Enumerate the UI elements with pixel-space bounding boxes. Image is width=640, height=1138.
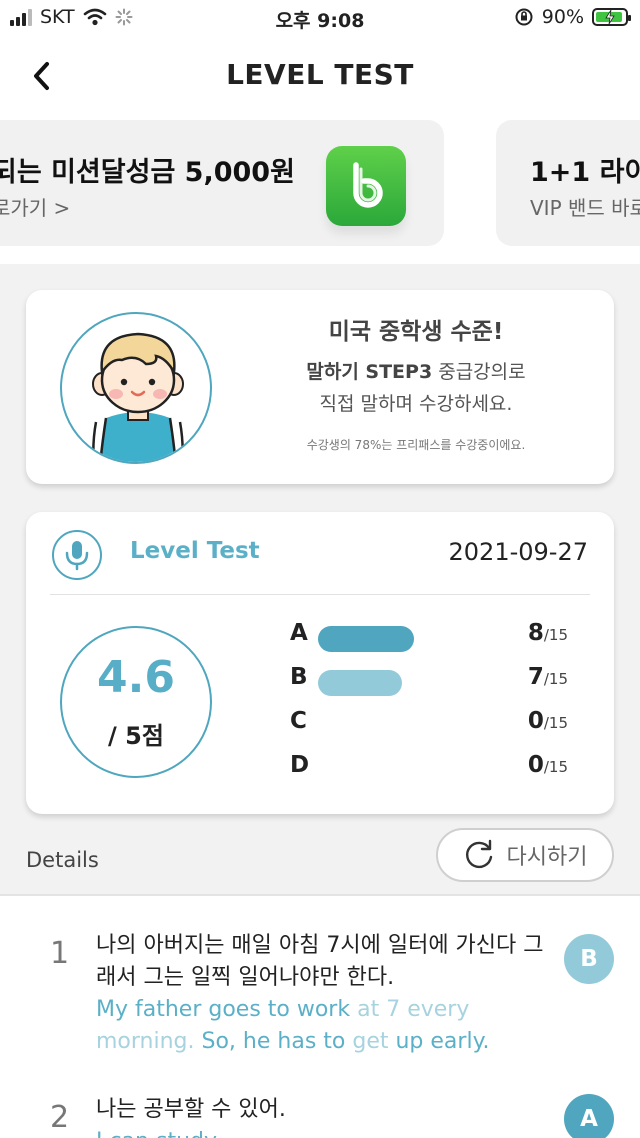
grade-letter: A [290, 620, 308, 646]
question-english: My father goes to work at 7 every mornin… [96, 994, 546, 1058]
promo-banner[interactable]: 1+1 라이브 VIP 밴드 바로 [496, 120, 640, 246]
result-desc-line1: 중급강의로 [432, 361, 526, 383]
nav-bar: LEVEL TEST [0, 36, 640, 116]
promo-banner-carousel[interactable]: 되는 미션달성금 5,000원 로가기 > 1+1 라이브 VIP 밴드 바로 [0, 116, 640, 264]
student-character-illustration [92, 332, 184, 462]
orientation-lock-icon [515, 8, 533, 26]
details-label: Details [26, 848, 99, 872]
banner-link[interactable]: VIP 밴드 바로 [530, 192, 640, 221]
grade-row-b: B 7/15 [290, 662, 590, 696]
question-english: I can study. [96, 1126, 546, 1138]
question-number: 1 [50, 936, 70, 971]
banner-link[interactable]: 로가기 > [0, 192, 70, 221]
test-date: 2021-09-27 [448, 538, 588, 566]
english-segment: My father goes to work [96, 997, 351, 1022]
banner-title: 1+1 라이브 [530, 157, 640, 188]
level-test-card: Level Test 2021-09-27 4.6 / 5점 A 8/15 B … [26, 512, 614, 814]
grade-count: 8/15 [527, 620, 568, 646]
score-total: / 5점 [108, 722, 164, 750]
battery-percent: 90% [541, 6, 584, 28]
grade-row-d: D 0/15 [290, 750, 590, 782]
result-note: 수강생의 78%는 프리패스를 수강중이에요. [306, 438, 526, 452]
result-step-label: 말하기 STEP3 [306, 361, 433, 383]
status-right: 90% [514, 6, 631, 28]
banner-title: 되는 미션달성금 5,000원 [0, 157, 295, 188]
promo-banner[interactable]: 되는 미션달성금 5,000원 로가기 > [0, 120, 444, 246]
band-app-icon [326, 146, 406, 226]
retry-label: 다시하기 [506, 845, 588, 870]
grade-badge: A [564, 1094, 614, 1138]
grade-letter: C [290, 708, 307, 734]
result-title: 미국 중학생 수준! [328, 319, 504, 345]
english-segment: I can study. [96, 1129, 221, 1138]
status-bar: SKT 오후 9:08 90% [0, 0, 640, 36]
retry-button[interactable]: 다시하기 [436, 828, 614, 882]
grade-bar [318, 626, 414, 652]
english-segment: up early. [388, 1029, 490, 1054]
grade-count: 0/15 [527, 708, 568, 734]
grade-count: 0/15 [527, 752, 568, 778]
divider [50, 594, 590, 595]
grade-row-a: A 8/15 [290, 618, 590, 652]
result-description: 말하기 STEP3 중급강의로 직접 말하며 수강하세요. [236, 356, 596, 420]
page-title: LEVEL TEST [226, 58, 414, 91]
score-value: 4.6 [97, 652, 175, 703]
question-list[interactable]: 1 나의 아버지는 매일 아침 7시에 일터에 가신다 그래서 그는 일찍 일어… [0, 894, 640, 1138]
avatar [60, 312, 212, 464]
score-circle: 4.6 / 5점 [60, 626, 212, 778]
grade-row-c: C 0/15 [290, 706, 590, 738]
mic-icon [52, 530, 102, 580]
grade-letter: D [290, 752, 310, 778]
question-korean: 나는 공부할 수 있어. [96, 1097, 286, 1122]
grade-letter: B [290, 664, 308, 690]
level-test-label: Level Test [130, 538, 260, 564]
english-segment: So, he has to [194, 1029, 353, 1054]
level-result-card: 미국 중학생 수준! 말하기 STEP3 중급강의로 직접 말하며 수강하세요.… [26, 290, 614, 484]
grade-bar [318, 670, 402, 696]
question-number: 2 [50, 1100, 70, 1135]
english-segment: get [352, 1029, 389, 1054]
result-desc-line2: 직접 말하며 수강하세요. [319, 393, 513, 415]
refresh-icon [465, 839, 492, 869]
grade-badge: B [564, 934, 614, 984]
question-korean: 나의 아버지는 매일 아침 7시에 일터에 가신다 그래서 그는 일찍 일어나야… [96, 933, 544, 990]
grade-count: 7/15 [527, 664, 568, 690]
battery-icon [592, 8, 631, 26]
